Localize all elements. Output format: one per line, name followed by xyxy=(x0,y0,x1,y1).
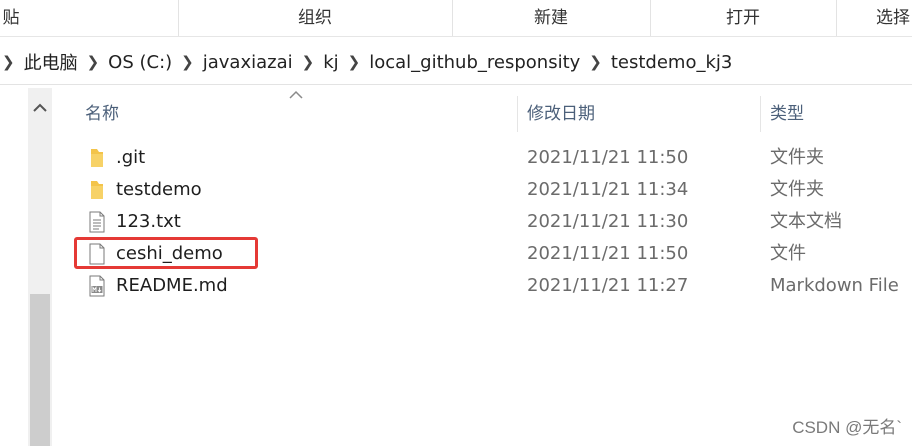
breadcrumb-item-this-pc[interactable]: 此电脑 xyxy=(24,49,78,75)
address-bar[interactable]: ❯ 此电脑 ❯ OS (C:) ❯ javaxiazai ❯ kj ❯ loca… xyxy=(0,40,912,85)
file-name[interactable]: README.md xyxy=(116,270,228,302)
ribbon-group-clipboard[interactable]: 贴板 xyxy=(0,0,26,64)
file-type: 文件 xyxy=(770,243,806,264)
scrollbar-thumb[interactable] xyxy=(30,294,50,446)
chevron-right-icon[interactable]: ❯ xyxy=(589,53,602,71)
column-header-type[interactable]: 类型 xyxy=(770,88,910,140)
file-type: 文件夹 xyxy=(770,147,824,168)
breadcrumb-item-javaxiazai[interactable]: javaxiazai xyxy=(203,52,293,73)
file-name[interactable]: testdemo xyxy=(116,174,202,206)
folder-icon xyxy=(91,149,103,167)
text-file-icon xyxy=(89,211,105,233)
file-modified-date: 2021/11/21 11:30 xyxy=(527,211,689,232)
column-header-modified[interactable]: 修改日期 xyxy=(527,88,757,140)
ribbon-group-open[interactable]: 打开 xyxy=(650,0,836,36)
file-modified-date: 2021/11/21 11:50 xyxy=(527,243,689,264)
file-modified-date: 2021/11/21 11:34 xyxy=(527,179,689,200)
breadcrumb: ❯ 此电脑 ❯ OS (C:) ❯ javaxiazai ❯ kj ❯ loca… xyxy=(0,40,732,84)
file-type: 文本文档 xyxy=(770,211,842,232)
breadcrumb-item-current-folder[interactable]: testdemo_kj3 xyxy=(611,52,733,73)
scroll-up-button[interactable] xyxy=(28,92,52,124)
file-name[interactable]: .git xyxy=(116,142,145,174)
breadcrumb-item-os-drive[interactable]: OS (C:) xyxy=(108,52,172,73)
ribbon-group-organize[interactable]: 组织 xyxy=(178,0,452,36)
highlight-annotation-box xyxy=(74,237,258,269)
file-row[interactable]: .git 2021/11/21 11:50 文件夹 xyxy=(80,142,912,174)
ribbon-divider xyxy=(836,0,837,36)
file-modified-date: 2021/11/21 11:27 xyxy=(527,275,689,296)
file-row[interactable]: 123.txt 2021/11/21 11:30 文本文档 xyxy=(80,206,912,238)
column-divider[interactable] xyxy=(760,96,761,132)
watermark-text: CSDN @无名` xyxy=(792,418,902,437)
chevron-up-icon xyxy=(33,103,47,112)
chevron-right-icon[interactable]: ❯ xyxy=(181,53,194,71)
column-divider[interactable] xyxy=(517,96,518,132)
ribbon-group-bar: 贴板 组织 新建 打开 选择 xyxy=(0,0,912,64)
file-modified-date: 2021/11/21 11:50 xyxy=(527,147,689,168)
markdown-file-icon xyxy=(89,275,105,297)
file-name[interactable]: 123.txt xyxy=(116,206,181,238)
breadcrumb-item-local-github[interactable]: local_github_responsity xyxy=(369,52,580,73)
vertical-scrollbar[interactable] xyxy=(28,88,52,446)
file-row[interactable]: README.md 2021/11/21 11:27 Markdown File xyxy=(80,270,912,302)
folder-icon xyxy=(91,181,103,199)
breadcrumb-item-kj[interactable]: kj xyxy=(323,52,338,73)
column-header-name[interactable]: 名称 xyxy=(85,88,515,140)
chevron-right-icon[interactable]: ❯ xyxy=(302,53,315,71)
chevron-right-icon[interactable]: ❯ xyxy=(348,53,361,71)
file-type: Markdown File xyxy=(770,275,899,296)
ribbon-group-select[interactable]: 选择 xyxy=(876,0,912,36)
file-row[interactable]: testdemo 2021/11/21 11:34 文件夹 xyxy=(80,174,912,206)
file-type: 文件夹 xyxy=(770,179,824,200)
chevron-right-icon[interactable]: ❯ xyxy=(87,53,100,71)
chevron-right-icon[interactable]: ❯ xyxy=(2,53,15,71)
ribbon-group-new[interactable]: 新建 xyxy=(452,0,650,36)
